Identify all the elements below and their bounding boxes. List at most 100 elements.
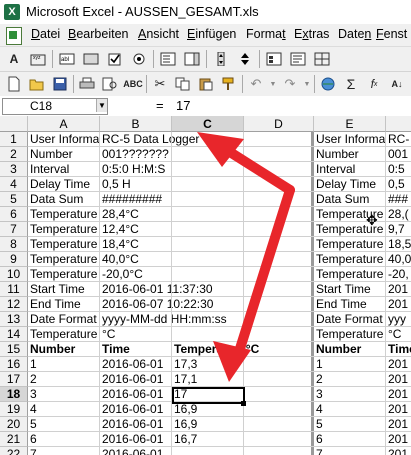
cell-f9[interactable]: 40,0 [386, 252, 411, 267]
cell-e4[interactable]: Delay Time [314, 177, 376, 192]
editbox-tool-icon[interactable]: abl [57, 49, 77, 69]
cell-c10[interactable] [172, 267, 174, 282]
cell-a7[interactable]: Temperature [28, 222, 97, 237]
save-icon[interactable] [50, 74, 70, 94]
menu-daten[interactable]: Daten [338, 27, 371, 41]
cell-b22[interactable]: 2016-06-01 [100, 447, 163, 455]
cell-e12[interactable]: End Time [314, 297, 367, 312]
print-icon[interactable] [77, 74, 97, 94]
cell-c3[interactable] [172, 162, 174, 177]
cell-f22[interactable]: 201 [386, 447, 408, 455]
cell-e14[interactable]: Temperature [314, 327, 383, 342]
row-header-4[interactable]: 4 [0, 177, 28, 192]
cell-b10[interactable]: -20,0°C [100, 267, 143, 282]
cell-c12[interactable] [172, 297, 174, 312]
properties-tool-icon[interactable] [264, 49, 284, 69]
cell-c15[interactable]: Temperature°C [172, 342, 259, 357]
menu-extras[interactable]: Extras [294, 27, 329, 41]
select-all-corner[interactable] [0, 116, 28, 132]
name-box-dropdown-icon[interactable]: ▼ [96, 99, 107, 112]
row-header-19[interactable]: 19 [0, 402, 28, 417]
cell-c8[interactable] [172, 237, 174, 252]
preview-icon[interactable] [100, 74, 120, 94]
cell-b15[interactable]: Time [100, 342, 130, 357]
cell-a15[interactable]: Number [28, 342, 75, 357]
cell-e17[interactable]: 2 [314, 372, 323, 387]
copy-icon[interactable] [173, 74, 193, 94]
column-header-b[interactable]: B [100, 116, 172, 132]
name-box[interactable] [2, 98, 108, 115]
cell-c1[interactable] [172, 132, 174, 147]
cell-b16[interactable]: 2016-06-01 [100, 357, 163, 372]
cell-a4[interactable]: Delay Time [28, 177, 90, 192]
toggle-grid-tool-icon[interactable] [312, 49, 332, 69]
row-header-3[interactable]: 3 [0, 162, 28, 177]
cell-c6[interactable] [172, 207, 174, 222]
cell-a13[interactable]: Date Format [28, 312, 97, 327]
row-header-12[interactable]: 12 [0, 297, 28, 312]
cell-e18[interactable]: 3 [314, 387, 323, 402]
listbox-tool-icon[interactable] [158, 49, 178, 69]
row-header-2[interactable]: 2 [0, 147, 28, 162]
cell-f12[interactable]: 201 [386, 297, 408, 312]
redo-dropdown-icon[interactable]: ▼ [303, 74, 311, 94]
cell-a3[interactable]: Interval [28, 162, 69, 177]
row-header-21[interactable]: 21 [0, 432, 28, 447]
cell-e13[interactable]: Date Format [314, 312, 383, 327]
cell-c19[interactable]: 16,9 [172, 402, 197, 417]
row-header-15[interactable]: 15 [0, 342, 28, 357]
cell-b17[interactable]: 2016-06-01 [100, 372, 163, 387]
cell-b19[interactable]: 2016-06-01 [100, 402, 163, 417]
cell-a2[interactable]: Number [28, 147, 73, 162]
cell-e22[interactable]: 7 [314, 447, 323, 455]
hyperlink-icon[interactable] [318, 74, 338, 94]
cell-b3[interactable]: 0:5:0 H:M:S [100, 162, 165, 177]
cell-f19[interactable]: 201 [386, 402, 408, 417]
row-header-17[interactable]: 17 [0, 372, 28, 387]
column-header-a[interactable]: A [28, 116, 100, 132]
cell-f1[interactable]: RC- [386, 132, 409, 147]
column-header-e[interactable]: E [314, 116, 386, 132]
cell-c2[interactable] [172, 147, 174, 162]
cell-b2[interactable]: 001??????? [100, 147, 169, 162]
function-icon[interactable]: fx [364, 74, 384, 94]
cell-b12[interactable]: 2016-06-07 10:22:30 [100, 297, 213, 312]
cell-e5[interactable]: Data Sum [314, 192, 369, 207]
cell-b7[interactable]: 12,4°C [100, 222, 139, 237]
cell-e9[interactable]: Temperature [314, 252, 383, 267]
cell-c5[interactable] [172, 192, 174, 207]
cell-a18[interactable]: 3 [28, 387, 37, 402]
active-cell-c18[interactable] [172, 387, 245, 404]
menu-ansicht[interactable]: Ansicht [138, 27, 179, 41]
worksheet-grid[interactable]: A B C D E 1 User Informa RC-5 Data Logger U… [0, 116, 411, 455]
excel-app-icon[interactable]: X [4, 4, 20, 20]
cell-f2[interactable]: 001 [386, 147, 408, 162]
row-header-1[interactable]: 1 [0, 132, 28, 147]
cell-b18[interactable]: 2016-06-01 [100, 387, 163, 402]
cell-b14[interactable]: °C [100, 327, 115, 342]
row-header-18[interactable]: 18 [0, 387, 28, 402]
fill-handle[interactable] [241, 401, 246, 406]
row-header-5[interactable]: 5 [0, 192, 28, 207]
cell-a12[interactable]: End Time [28, 297, 81, 312]
cell-c7[interactable] [172, 222, 174, 237]
cell-f5[interactable]: ### [386, 192, 408, 207]
cell-f10[interactable]: -20, [386, 267, 409, 282]
cell-e16[interactable]: 1 [314, 357, 323, 372]
cell-e21[interactable]: 6 [314, 432, 323, 447]
spinner-tool-icon[interactable] [235, 49, 255, 69]
cell-c22[interactable] [172, 447, 174, 455]
row-header-9[interactable]: 9 [0, 252, 28, 267]
row-header-7[interactable]: 7 [0, 222, 28, 237]
menu-bearbeiten[interactable]: Bearbeiten [68, 27, 128, 41]
cell-e3[interactable]: Interval [314, 162, 355, 177]
menu-fenster[interactable]: Fenst [376, 27, 407, 41]
workbook-icon[interactable] [6, 27, 22, 45]
row-header-11[interactable]: 11 [0, 282, 28, 297]
cut-icon[interactable]: ✂ [150, 74, 170, 94]
cell-a11[interactable]: Start Time [28, 282, 85, 297]
cell-b13[interactable]: yyyy-MM-dd HH:mm:ss [100, 312, 227, 327]
menu-datei[interactable]: Datei [31, 27, 60, 41]
cell-a9[interactable]: Temperature [28, 252, 97, 267]
cell-a1[interactable]: User Informa [28, 132, 99, 147]
